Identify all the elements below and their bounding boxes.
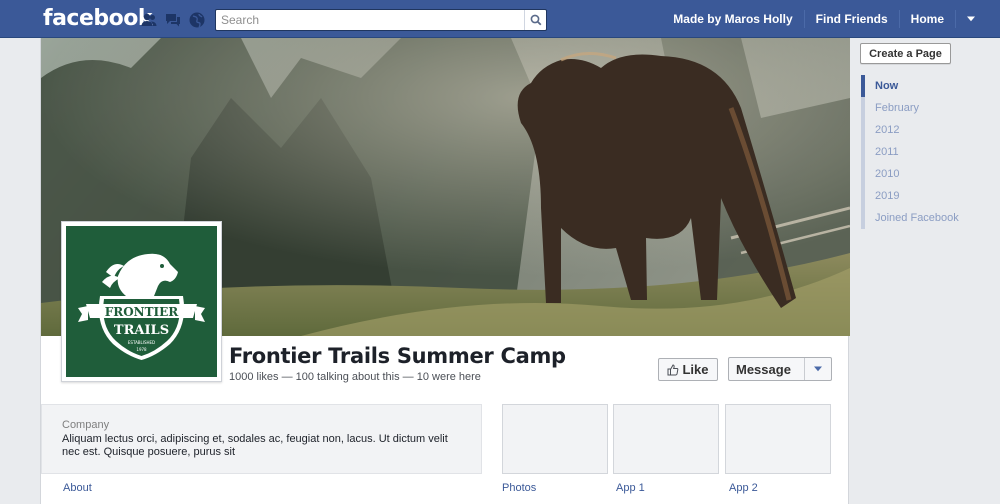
search-field[interactable] [215,9,547,31]
camp-logo: FRONTIER TRAILS ESTABLISHED 1978 [66,226,217,377]
tab-photos[interactable]: Photos [502,482,536,494]
search-icon [530,14,541,26]
logo-year: 1978 [136,347,147,352]
photos-tile[interactable] [502,404,608,474]
facebook-logo[interactable]: facebook [43,6,153,31]
account-navigation: Made by Maros Holly Find Friends Home [662,0,976,38]
profile-picture[interactable]: FRONTIER TRAILS ESTABLISHED 1978 [61,221,222,382]
timeline-item-now[interactable]: Now [861,75,981,97]
timeline-item-2011[interactable]: 2011 [861,141,981,163]
message-button-label: Message [736,361,791,377]
friends-icon[interactable] [140,11,158,29]
page-title: Frontier Trails Summer Camp [229,344,566,368]
logo-established: ESTABLISHED [128,340,155,345]
timeline-item-february[interactable]: February [861,97,981,119]
message-options-button[interactable] [804,358,831,380]
about-description: Aliquam lectus orci, adipiscing et, soda… [62,433,448,458]
app-2-tile[interactable] [725,404,831,474]
top-navigation-bar: facebook Made by Maros Holly Find Friend… [0,0,1000,38]
like-button[interactable]: Like [658,358,718,381]
chevron-down-icon [814,366,822,372]
messages-icon[interactable] [164,11,182,29]
logo-text-line2: TRAILS [114,323,169,338]
search-button[interactable] [524,10,546,30]
timeline-item-joined[interactable]: Joined Facebook [861,207,981,229]
app-1-tile[interactable] [613,404,719,474]
message-button[interactable]: Message [728,357,832,381]
tab-app-1[interactable]: App 1 [616,482,645,494]
notifications-globe-icon[interactable] [188,11,206,29]
search-input[interactable] [216,10,521,30]
home-link[interactable]: Home [900,10,956,28]
find-friends-link[interactable]: Find Friends [805,10,900,28]
profile-link[interactable]: Made by Maros Holly [662,10,805,28]
chevron-down-icon [967,16,975,22]
create-page-button[interactable]: Create a Page [860,43,951,64]
page-timeline: FRONTIER TRAILS ESTABLISHED 1978 Frontie… [40,38,850,504]
tab-app-2[interactable]: App 2 [729,482,758,494]
timeline-item-2012[interactable]: 2012 [861,119,981,141]
like-button-label: Like [682,362,709,377]
logo-text-line1: FRONTIER [105,305,180,319]
timeline-scrubber: Now February 2012 2011 2010 2019 Joined … [861,75,981,229]
page-category: Company [62,419,110,431]
timeline-item-2010[interactable]: 2010 [861,163,981,185]
tab-about[interactable]: About [63,482,92,494]
account-menu-button[interactable] [956,16,976,22]
page-stats: 1000 likes — 100 talking about this — 10… [229,371,481,383]
about-box[interactable]: Company Aliquam lectus orci, adipiscing … [41,404,482,474]
thumbs-up-icon [667,363,679,375]
timeline-item-2019[interactable]: 2019 [861,185,981,207]
